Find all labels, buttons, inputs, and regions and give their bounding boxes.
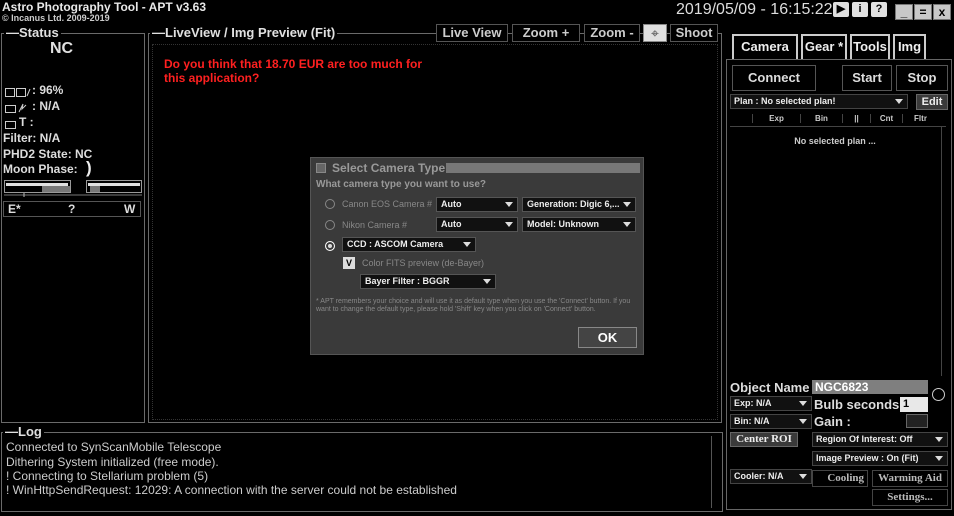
bulb-seconds-input[interactable]: 1 — [900, 397, 928, 412]
roi-select[interactable]: Region Of Interest: Off — [812, 432, 948, 447]
bayer-filter-select[interactable]: Bayer Filter : BGGR — [360, 274, 496, 289]
app-copyright: © Incanus Ltd. 2009-2019 — [2, 13, 110, 23]
log-line: Connected to SynScanMobile Telescope — [6, 440, 222, 454]
close-icon[interactable]: x — [933, 4, 951, 20]
image-preview-select[interactable]: Image Preview : On (Fit) — [812, 451, 948, 466]
exposure-select[interactable]: Exp: N/A — [730, 396, 812, 411]
log-line: ! Connecting to Stellarium problem (5) — [6, 469, 209, 483]
tab-gear[interactable]: Gear * — [801, 34, 847, 59]
log-line: Dithering System initialized (free mode)… — [6, 455, 219, 469]
canon-mode-select[interactable]: Auto — [436, 197, 518, 212]
status-legend: —Status — [4, 25, 61, 40]
nikon-radio[interactable] — [325, 220, 335, 230]
ccd-radio[interactable] — [325, 241, 335, 251]
zoom-out-button[interactable]: Zoom - — [584, 24, 640, 42]
dialog-title: Select Camera Type — [332, 161, 446, 175]
thermometer-icon — [5, 116, 17, 129]
object-search-icon[interactable] — [932, 388, 945, 401]
liveview-legend: —LiveView / Img Preview (Fit) — [150, 25, 338, 40]
help-icon[interactable]: ? — [871, 2, 887, 17]
dialog-question: What camera type you want to use? — [316, 179, 487, 190]
battery-value: : 96% — [32, 83, 64, 97]
edit-plan-button[interactable]: Edit — [916, 94, 948, 110]
plan-select[interactable]: Plan : No selected plan! — [730, 94, 908, 109]
plan-scrollbar[interactable] — [941, 126, 947, 376]
tab-camera[interactable]: Camera — [732, 34, 798, 59]
plan-col-filter: Fltr — [902, 114, 938, 123]
log-scrollbar[interactable] — [711, 436, 718, 508]
color-fits-label: Color FITS preview (de-Bayer) — [362, 258, 485, 268]
stop-button[interactable]: Stop — [896, 65, 948, 91]
ok-button[interactable]: OK — [578, 327, 637, 348]
cooling-aid-button[interactable]: Cooling Aid — [812, 470, 868, 487]
plan-col-count: Cnt — [870, 114, 902, 123]
log-line: ! WinHttpSendRequest: 12029: A connectio… — [6, 483, 457, 497]
plan-col-exp: Exp — [752, 114, 800, 123]
maximize-icon[interactable]: = — [914, 4, 932, 20]
phd2-status: PHD2 State: NC — [3, 147, 93, 161]
shoot-button[interactable]: Shoot — [670, 24, 718, 42]
play-icon[interactable]: ▶ — [833, 2, 849, 17]
filter-status: Filter: N/A — [3, 131, 61, 145]
clock: 2019/05/09 - 16:15:22 — [676, 1, 833, 18]
crosshair-icon[interactable]: ⌖ — [643, 24, 667, 42]
nikon-label: Nikon Camera # — [342, 220, 408, 230]
gain-input[interactable] — [906, 414, 928, 428]
object-name-input[interactable]: NGC6823 — [812, 380, 928, 394]
object-name-label: Object Name : — [730, 380, 818, 395]
compass-east: E* — [8, 202, 21, 216]
temp-value: T : — [19, 115, 34, 129]
connection-status: NC — [50, 40, 74, 57]
center-roi-button[interactable]: Center ROI — [730, 432, 798, 447]
no-plan-text: No selected plan ... — [794, 136, 876, 146]
warming-aid-button[interactable]: Warming Aid — [872, 470, 948, 487]
power-icon — [5, 100, 31, 113]
dialog-checkbox-icon — [316, 163, 326, 173]
settings-button[interactable]: Settings... — [872, 489, 948, 506]
moon-icon: ) — [86, 158, 92, 177]
canon-label: Canon EOS Camera # — [342, 199, 433, 209]
power-value: : N/A — [32, 99, 60, 113]
start-button[interactable]: Start — [842, 65, 892, 91]
info-icon[interactable]: i — [852, 2, 868, 17]
bin-select[interactable]: Bin: N/A — [730, 414, 812, 429]
zoom-in-button[interactable]: Zoom + — [512, 24, 580, 42]
tab-img[interactable]: Img — [893, 34, 926, 59]
canon-generation-select[interactable]: Generation: Digic 6,... — [522, 197, 636, 212]
minimize-icon[interactable]: _ — [895, 4, 913, 20]
canon-radio[interactable] — [325, 199, 335, 209]
compass-west: W — [124, 202, 136, 216]
live-view-button[interactable]: Live View — [436, 24, 508, 42]
nag-message: Do you think that 18.70 EUR are too much… — [164, 57, 423, 85]
nikon-mode-select[interactable]: Auto — [436, 217, 518, 232]
tab-tools[interactable]: Tools — [850, 34, 890, 59]
dialog-title-bar — [446, 163, 640, 173]
progress-bars — [4, 180, 142, 198]
compass-mid: ? — [68, 202, 76, 216]
nikon-model-select[interactable]: Model: Unknown — [522, 217, 636, 232]
bulb-seconds-label: Bulb seconds : — [814, 397, 908, 412]
log-legend: —Log — [3, 424, 44, 439]
plan-header: Exp Bin || Cnt Fltr — [730, 113, 946, 127]
cooler-select[interactable]: Cooler: N/A — [730, 469, 812, 484]
app-title: Astro Photography Tool - APT v3.63 — [2, 0, 207, 14]
ccd-camera-select[interactable]: CCD : ASCOM Camera — [342, 237, 476, 252]
connect-button[interactable]: Connect — [732, 65, 816, 91]
dialog-note: * APT remembers your choice and will use… — [316, 298, 631, 313]
battery-icon — [5, 84, 31, 97]
plan-col-pause: || — [842, 114, 870, 123]
moon-phase: Moon Phase: — [3, 162, 78, 176]
plan-col-bin: Bin — [800, 114, 842, 123]
color-fits-checkbox[interactable]: V — [343, 257, 355, 269]
gain-label: Gain : — [814, 414, 851, 429]
